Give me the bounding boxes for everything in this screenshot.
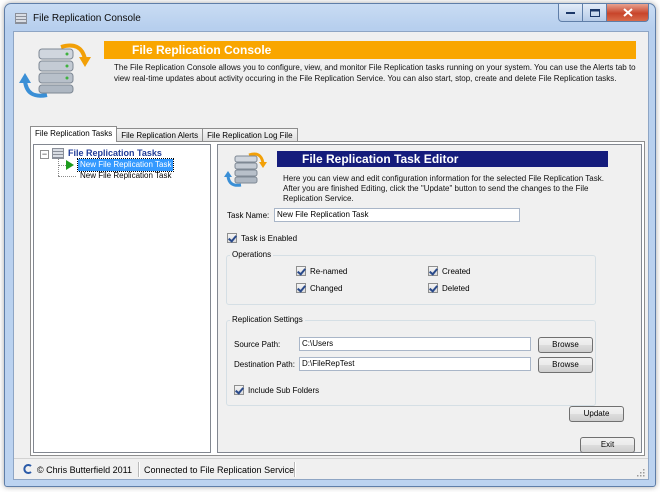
tree-item-task-2[interactable]: New File Replication Task	[78, 170, 173, 182]
maximize-button[interactable]	[583, 4, 607, 22]
deleted-label: Deleted	[442, 284, 470, 293]
editor-description: Here you can view and edit configuration…	[283, 174, 604, 203]
source-path-input[interactable]: C:\Users	[299, 337, 531, 351]
minimize-icon	[566, 11, 575, 14]
changed-checkbox[interactable]	[296, 283, 306, 293]
tasks-tab-panel: − File Replication Tasks New File Replic…	[30, 141, 645, 456]
tree-collapse-toggle[interactable]: −	[40, 150, 49, 159]
app-icon	[15, 13, 27, 24]
renamed-label: Re-named	[310, 267, 348, 276]
task-enabled-label: Task is Enabled	[241, 234, 298, 243]
status-connection: Connected to File Replication Service	[144, 465, 295, 475]
task-enabled-checkbox[interactable]	[227, 233, 237, 243]
maximize-icon	[589, 8, 600, 17]
task-editor-panel: File Replication Task Editor Here you ca…	[217, 144, 642, 453]
play-arrow-icon	[66, 160, 74, 170]
created-checkbox[interactable]	[428, 266, 438, 276]
status-copyright: © Chris Butterfield 2011	[37, 465, 133, 475]
changed-label: Changed	[310, 284, 343, 293]
source-path-label: Source Path:	[234, 340, 281, 349]
header-banner-title: File Replication Console	[132, 43, 272, 57]
operations-group	[226, 255, 596, 305]
editor-banner-title: File Replication Task Editor	[302, 152, 459, 166]
destination-browse-button[interactable]: Browse	[538, 357, 593, 373]
header-description: The File Replication Console allows you …	[114, 63, 636, 83]
update-button[interactable]: Update	[569, 406, 624, 422]
replication-settings-title: Replication Settings	[230, 315, 305, 324]
minimize-button[interactable]	[558, 4, 583, 22]
servers-sync-small-icon	[224, 152, 267, 187]
tab-file-replication-log-file[interactable]: File Replication Log File	[202, 128, 298, 142]
title-bar[interactable]: File Replication Console	[5, 4, 655, 31]
destination-path-input[interactable]: D:\FileRepTest	[299, 357, 531, 371]
exit-button[interactable]: Exit	[580, 437, 635, 453]
editor-banner: File Replication Task Editor	[277, 151, 608, 167]
include-subfolders-label: Include Sub Folders	[248, 386, 320, 395]
app-window: File Replication Console File Replicatio…	[4, 3, 656, 487]
resize-grip-icon[interactable]	[635, 467, 645, 477]
task-tree[interactable]: − File Replication Tasks New File Replic…	[33, 144, 211, 453]
header-banner: File Replication Console	[104, 41, 636, 59]
app-status-icon	[23, 464, 32, 474]
task-name-input[interactable]: New File Replication Task	[274, 208, 520, 222]
window-title: File Replication Console	[33, 13, 141, 24]
tab-file-replication-alerts[interactable]: File Replication Alerts	[116, 128, 204, 142]
tree-root-label[interactable]: File Replication Tasks	[68, 148, 162, 158]
renamed-checkbox[interactable]	[296, 266, 306, 276]
deleted-checkbox[interactable]	[428, 283, 438, 293]
include-subfolders-checkbox[interactable]	[234, 385, 244, 395]
created-label: Created	[442, 267, 471, 276]
client-area: File Replication Console The File Replic…	[13, 31, 649, 480]
close-button[interactable]	[607, 4, 649, 22]
tab-file-replication-tasks[interactable]: File Replication Tasks	[30, 126, 118, 142]
tab-strip: File Replication Tasks File Replication …	[30, 126, 298, 142]
operations-group-title: Operations	[230, 250, 274, 259]
source-browse-button[interactable]: Browse	[538, 337, 593, 353]
servers-sync-logo-icon	[19, 43, 91, 98]
destination-path-label: Destination Path:	[234, 360, 295, 369]
server-icon	[52, 148, 64, 159]
close-icon	[622, 8, 633, 17]
status-bar: © Chris Butterfield 2011 Connected to Fi…	[14, 458, 648, 479]
task-name-label: Task Name:	[227, 211, 270, 220]
